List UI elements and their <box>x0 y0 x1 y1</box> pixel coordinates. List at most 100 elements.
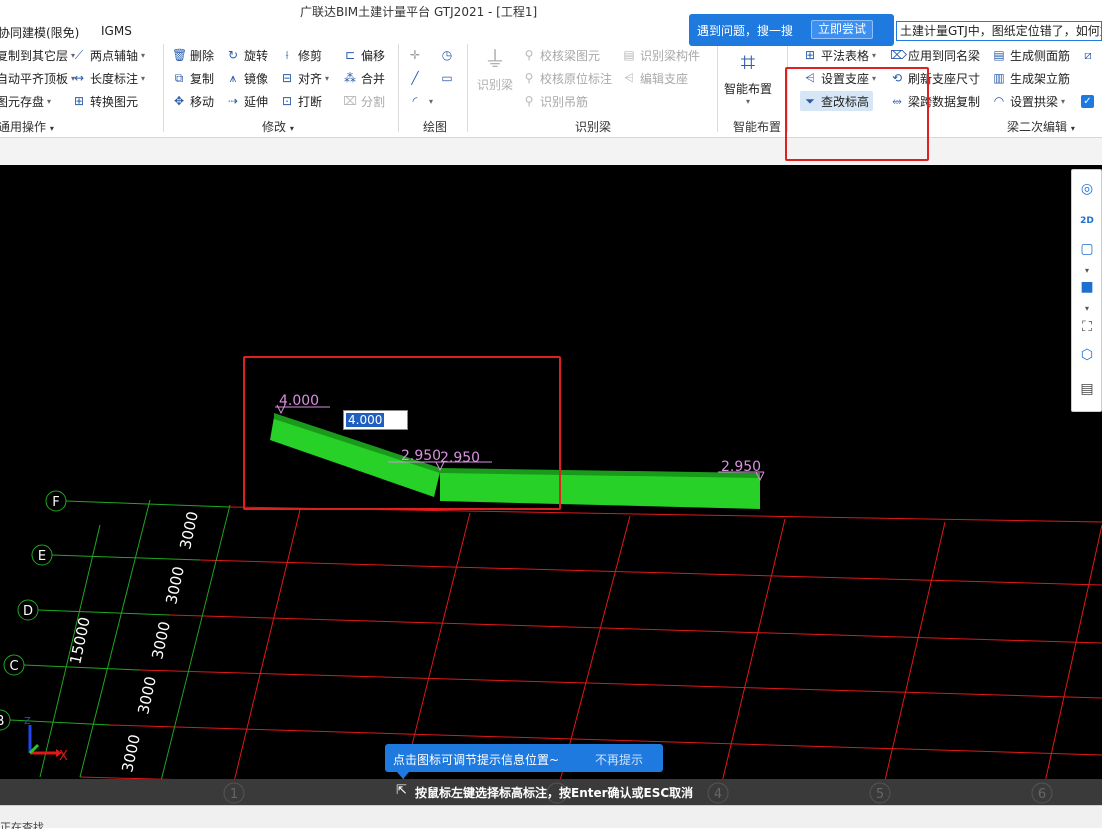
check-modify-elevation-button[interactable]: ⏷ 查改标高 <box>800 91 874 111</box>
mirror-button[interactable]: ⩚ 镜像 <box>226 68 268 88</box>
separator <box>163 44 164 132</box>
try-now-button[interactable]: 立即尝试 <box>811 20 874 39</box>
elevation-label[interactable]: 2.950 <box>721 459 761 475</box>
side-rebar-icon: ▤ <box>993 48 1005 62</box>
tip-arrow <box>397 772 409 779</box>
3d-box-icon[interactable]: ▢ <box>1076 238 1098 260</box>
rotate-point-button[interactable]: ◷ <box>440 45 458 65</box>
recognize-hanger-button[interactable]: ⚲ 识别吊筋 <box>522 91 588 111</box>
elevation-input[interactable]: 4.000 <box>343 410 408 430</box>
extend-button[interactable]: ⇢ 延伸 <box>226 91 268 111</box>
grid-green <box>9 499 231 786</box>
arc-icon: ◜ <box>412 94 418 108</box>
group-label-recognize: 识别梁 <box>575 120 612 134</box>
chevron-down-icon: ▾ <box>429 96 434 106</box>
flat-beam[interactable] <box>440 472 760 509</box>
dimension-icon: ↔ <box>73 71 85 85</box>
elevation-label[interactable]: 2.950 <box>401 448 441 464</box>
auto-align-slab-button[interactable]: 自动平齐顶板 ▾ <box>0 68 75 88</box>
apply-same-name-beam-button[interactable]: ⌦ 应用到同名梁 <box>890 45 980 65</box>
search-tip-bubble: 遇到问题，搜一搜 立即尝试 <box>689 14 894 46</box>
merge-button[interactable]: ⁂ 合并 <box>343 68 385 88</box>
set-arch-beam-button[interactable]: ◠ 设置拱梁 ▾ <box>992 91 1065 111</box>
group-label-beam-edit[interactable]: 梁二次编辑 ▾ <box>1007 118 1075 135</box>
copy-span-data-button[interactable]: ⥈ 梁跨数据复制 <box>890 91 980 111</box>
trim-button[interactable]: ⟊ 修剪 <box>280 45 322 65</box>
arc-draw-button[interactable]: ◜ ▾ <box>408 91 433 111</box>
elevation-label[interactable]: 4.000 <box>279 393 319 409</box>
elevation-icon: ⏷ <box>805 94 815 108</box>
dimension-text: 3000 <box>148 620 174 661</box>
check-icon: ⚲ <box>524 48 534 62</box>
toolbar-gap <box>0 138 1102 165</box>
check-beam-element-button[interactable]: ⚲ 校核梁图元 <box>522 45 600 65</box>
offset-icon: ⊏ <box>344 48 356 62</box>
axis-label-6: 6 <box>1038 787 1046 802</box>
generate-erection-rebar-button[interactable]: ▥ 生成架立筋 <box>992 68 1070 88</box>
convert-element-button[interactable]: ⊞ 转换图元 <box>72 91 138 111</box>
checkbox-checked-icon: ✓ <box>1081 94 1094 108</box>
view-toolbar: ◎ 2D ▢ ▾ ■ ▾ ⛶ ⬡ ▤ <box>1071 169 1102 412</box>
tool-icon: ⧄ <box>1084 48 1092 62</box>
move-icon: ✥ <box>173 94 185 108</box>
elevation-label[interactable]: 2.950 <box>440 450 480 466</box>
edit-support-button[interactable]: ⩤ 编辑支座 <box>622 68 688 88</box>
rotate-button[interactable]: ↻ 旋转 <box>226 45 268 65</box>
check-in-situ-label-button[interactable]: ⚲ 校核原位标注 <box>522 68 612 88</box>
copy-button[interactable]: ⧉ 复制 <box>172 68 214 88</box>
menu-item-collab[interactable]: 协同建模(限免) <box>0 24 79 41</box>
refresh-support-size-button[interactable]: ⟲ 刷新支座尺寸 <box>890 68 980 88</box>
erection-rebar-icon: ▥ <box>993 71 1005 85</box>
axis-label-1: 1 <box>230 787 238 802</box>
drawing-canvas[interactable]: 4.000 2.950 2.950 2.950 F E D C B 3000 3… <box>0 165 1102 805</box>
orbit-icon[interactable]: ◎ <box>1076 178 1098 200</box>
two-point-axis-button[interactable]: ⟋ 两点辅轴 ▾ <box>72 45 145 65</box>
pointer-icon[interactable]: ⇱ <box>396 783 407 798</box>
x-axis-label: X <box>59 749 68 764</box>
axis-label-c: C <box>9 659 18 674</box>
save-element-button[interactable]: 图元存盘 ▾ <box>0 91 51 111</box>
check-label-icon: ⚲ <box>524 71 534 85</box>
axis-label-5: 5 <box>876 787 884 802</box>
split-button[interactable]: ⌧ 分割 <box>343 91 385 111</box>
line-draw-button[interactable]: ╱ <box>408 68 426 88</box>
offset-button[interactable]: ⊏ 偏移 <box>343 45 385 65</box>
smart-layout-button[interactable]: ⌗ 智能布置 ▾ <box>722 46 774 108</box>
grid-col-2 <box>231 509 301 791</box>
group-label-modify[interactable]: 修改 ▾ <box>262 118 294 135</box>
generate-side-rebar-button[interactable]: ▤ 生成侧面筋 <box>992 45 1070 65</box>
fullscreen-icon[interactable]: ⛶ <box>1076 316 1098 338</box>
axis-line-e <box>51 554 201 561</box>
dont-show-again-button[interactable]: 不再提示 <box>595 751 643 768</box>
axis-label-4: 4 <box>714 787 722 802</box>
group-label-common[interactable]: 通用操作 ▾ <box>0 118 54 135</box>
point-draw-button[interactable]: ✛ <box>408 45 426 65</box>
align-button[interactable]: ⊟ 对齐 ▾ <box>280 68 329 88</box>
chevron-down-icon: ▾ <box>872 50 877 60</box>
copy-to-other-floor-button[interactable]: 复制到其它层 ▾ <box>0 45 75 65</box>
search-input[interactable]: 土建计量GTJ中，图纸定位错了，如何重新定位 <box>896 21 1102 41</box>
grid-line-e <box>199 559 1102 586</box>
delete-button[interactable]: 🗑 删除 <box>172 45 214 65</box>
cube-view-icon[interactable]: ⬡ <box>1076 344 1098 366</box>
2d-view-icon[interactable]: 2D <box>1076 210 1098 232</box>
menu-item-igms[interactable]: IGMS <box>101 24 132 38</box>
recognize-beam-big-button[interactable]: ⏚ 识别梁 <box>477 46 513 98</box>
break-icon: ⊡ <box>281 94 293 108</box>
properties-icon[interactable]: ▤ <box>1076 378 1098 400</box>
length-dimension-button[interactable]: ↔ 长度标注 ▾ <box>72 68 145 88</box>
solid-box-icon[interactable]: ■ <box>1076 276 1098 298</box>
break-button[interactable]: ⊡ 打断 <box>280 91 322 111</box>
group-label-smart: 智能布置 <box>733 120 782 134</box>
display-checkbox[interactable]: ✓ <box>1081 91 1094 111</box>
recognize-beam-component-button[interactable]: ▤ 识别梁构件 <box>622 45 700 65</box>
rect-draw-button[interactable]: ▭ <box>440 68 458 88</box>
separator <box>398 44 399 132</box>
flat-table-button[interactable]: ⊞ 平法表格 ▾ <box>803 45 876 65</box>
group-label-draw: 绘图 <box>423 120 448 134</box>
line-icon: ╱ <box>411 71 419 85</box>
set-support-button[interactable]: ⩤ 设置支座 ▾ <box>803 68 876 88</box>
more-tool-button[interactable]: ⧄ <box>1081 45 1099 65</box>
move-button[interactable]: ✥ 移动 <box>172 91 214 111</box>
axis-label-b: B <box>0 714 4 729</box>
